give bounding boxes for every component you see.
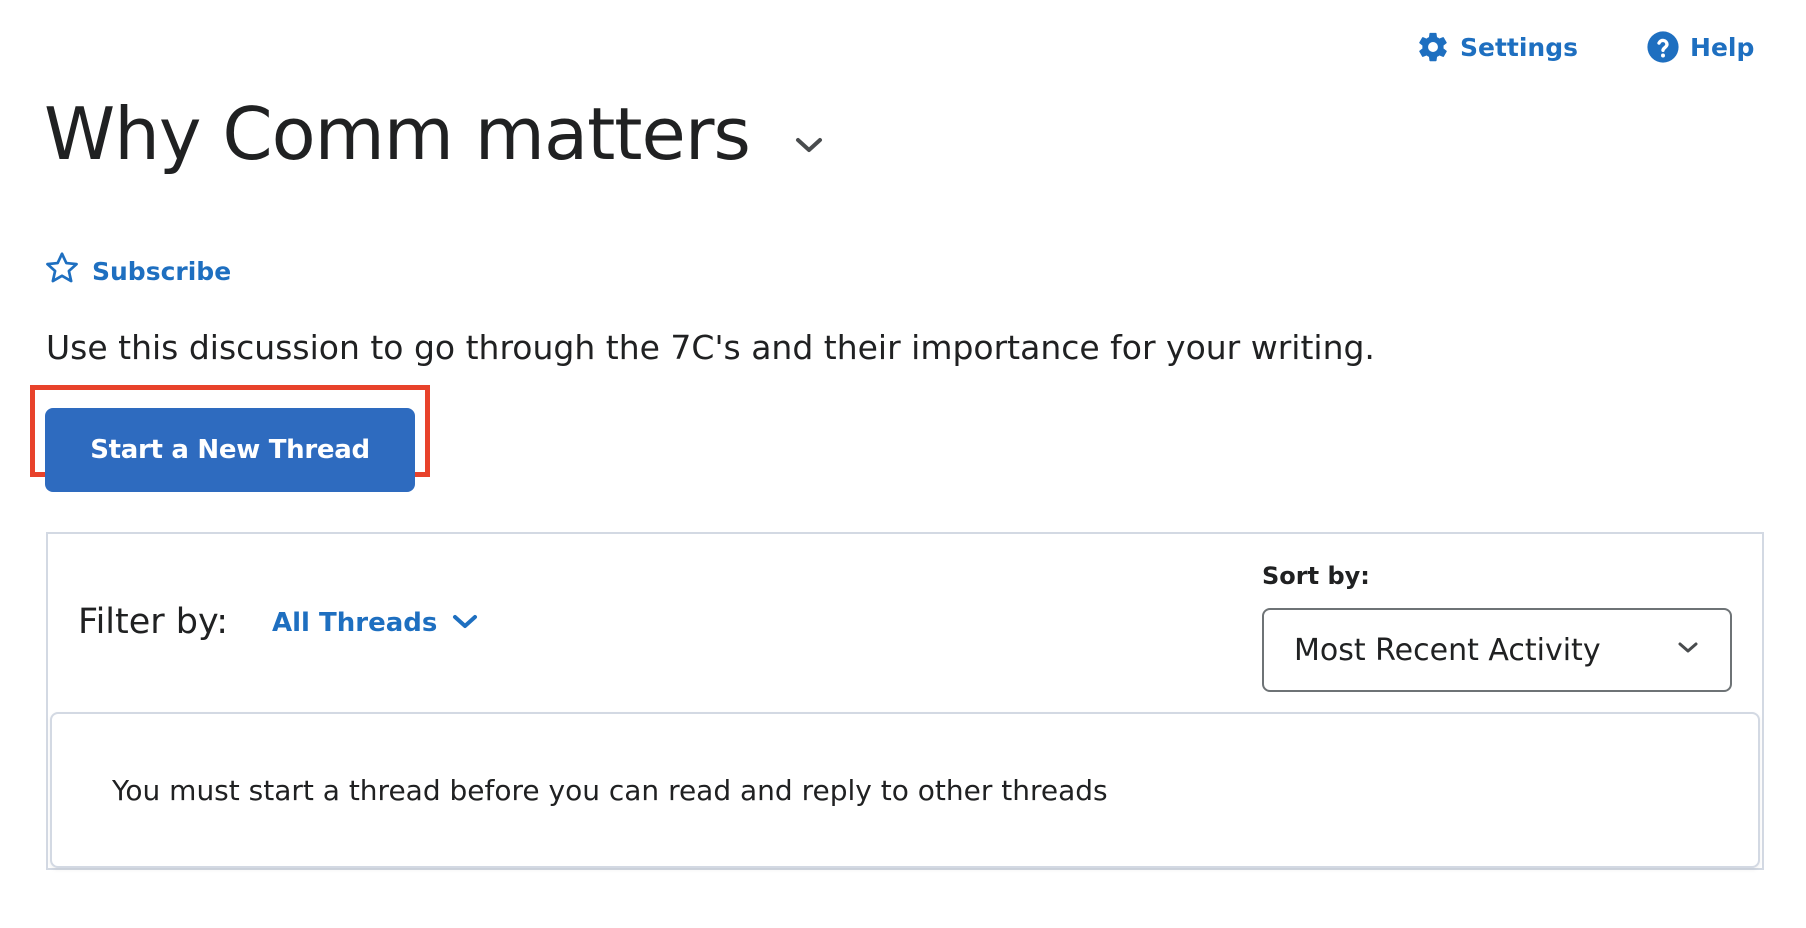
notice-text: You must start a thread before you can r… — [112, 774, 1108, 807]
help-label: Help — [1690, 32, 1755, 62]
subscribe-label: Subscribe — [92, 256, 232, 286]
subscribe-link[interactable]: Subscribe — [44, 250, 231, 292]
sort-select[interactable]: Most Recent Activity — [1262, 608, 1732, 692]
sort-select-value: Most Recent Activity — [1294, 632, 1601, 668]
filter-label: Filter by: — [78, 602, 228, 642]
chevron-down-icon[interactable] — [794, 135, 824, 155]
topic-description: Use this discussion to go through the 7C… — [46, 328, 1375, 367]
gear-icon — [1416, 30, 1450, 64]
empty-threads-notice: You must start a thread before you can r… — [50, 712, 1760, 868]
chevron-down-icon — [451, 608, 479, 638]
page-title: Why Comm matters — [44, 92, 751, 176]
help-link[interactable]: Help — [1646, 30, 1754, 64]
chevron-down-icon — [1676, 640, 1700, 660]
filter-dropdown[interactable]: All Threads — [272, 608, 479, 638]
question-circle-icon — [1646, 30, 1680, 64]
settings-link[interactable]: Settings — [1416, 30, 1578, 64]
star-outline-icon — [44, 250, 80, 292]
start-new-thread-button[interactable]: Start a New Thread — [45, 408, 415, 492]
filter-value: All Threads — [272, 608, 438, 638]
sort-label: Sort by: — [1262, 562, 1370, 590]
top-utility-links: Settings Help — [1416, 30, 1754, 64]
topic-title-row: Why Comm matters — [44, 92, 824, 176]
discussion-topic-page: Settings Help Why Comm matters Subscribe… — [0, 0, 1806, 928]
settings-label: Settings — [1460, 32, 1579, 62]
threads-panel: Filter by: All Threads Sort by: Most Rec… — [46, 532, 1764, 870]
